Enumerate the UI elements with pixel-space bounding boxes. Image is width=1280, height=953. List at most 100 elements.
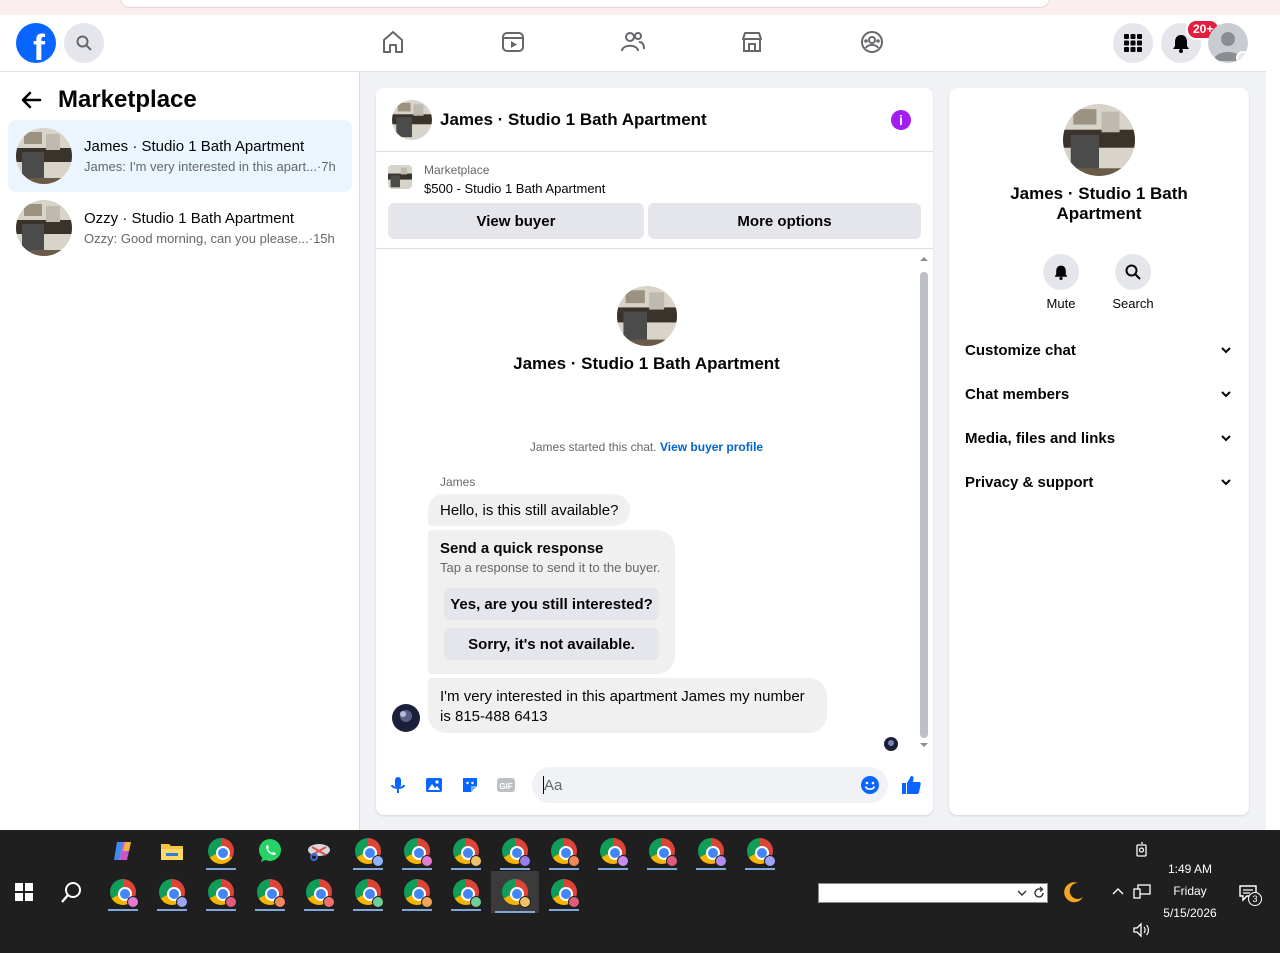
gif-icon[interactable]: GIF [496, 775, 516, 795]
chat-members-row[interactable]: Chat members [965, 382, 1233, 406]
chrome-profile-icon[interactable] [643, 832, 681, 870]
meet-now-icon[interactable] [1134, 842, 1150, 858]
view-buyer-button[interactable]: View buyer [388, 203, 644, 239]
buyer-avatar[interactable] [617, 286, 677, 346]
marketplace-inbox-panel: Marketplace James · Studio 1 Bath Apartm… [0, 72, 360, 830]
scroll-down-arrow-icon[interactable] [918, 740, 930, 750]
customize-chat-row[interactable]: Customize chat [965, 338, 1233, 362]
chrome-profile-icon[interactable] [545, 873, 583, 911]
whatsapp-icon[interactable] [251, 832, 289, 870]
quick-response-card: Send a quick response Tap a response to … [428, 530, 675, 674]
volume-icon[interactable] [1132, 922, 1152, 938]
page-scrollbar[interactable] [1266, 15, 1280, 830]
chrome-profile-icon[interactable] [398, 832, 436, 870]
message-bubble[interactable]: Hello, is this still available? [428, 494, 631, 526]
chat-avatar[interactable] [392, 99, 432, 140]
listing-thumbnail[interactable] [388, 165, 412, 189]
browser-address-bar[interactable] [120, 0, 1050, 8]
chrome-profile-icon[interactable] [349, 873, 387, 911]
friends-icon[interactable] [618, 27, 648, 57]
windows-taskbar: 1:49 AM Friday 5/15/2026 3 [0, 830, 1280, 953]
chrome-profile-icon[interactable] [202, 873, 240, 911]
chrome-profile-icon[interactable] [300, 873, 338, 911]
chrome-profile-icon[interactable] [545, 832, 583, 870]
chat-title[interactable]: James · Studio 1 Bath Apartment [440, 110, 707, 130]
svg-text:GIF: GIF [499, 782, 512, 791]
dropdown-chevron-icon[interactable] [1017, 889, 1027, 897]
facebook-logo[interactable]: f [16, 23, 56, 63]
search-icon [76, 35, 92, 51]
weather-moon-icon[interactable] [1062, 880, 1086, 904]
search-in-chat-button[interactable]: Search [1103, 254, 1163, 311]
thread-scrollbar[interactable] [918, 252, 930, 750]
chrome-profile-icon[interactable] [349, 832, 387, 870]
quick-response-no-button[interactable]: Sorry, it's not available. [444, 628, 659, 660]
chrome-profile-icon[interactable] [447, 832, 485, 870]
clock-date[interactable]: 5/15/2026 [1155, 906, 1225, 920]
chrome-profile-icon[interactable] [594, 832, 632, 870]
chrome-profile-icon[interactable] [104, 873, 142, 911]
copilot-icon[interactable] [104, 832, 142, 870]
quick-response-subtitle: Tap a response to send it to the buyer. [440, 560, 661, 575]
back-arrow-icon[interactable] [20, 89, 42, 111]
more-options-button[interactable]: More options [648, 203, 921, 239]
mute-button[interactable]: Mute [1031, 254, 1091, 311]
chat-started-notice: James started this chat. View buyer prof… [376, 440, 917, 454]
read-receipt-avatar [884, 737, 898, 751]
refresh-icon[interactable] [1032, 886, 1046, 900]
snipping-tool-icon[interactable] [300, 832, 338, 870]
marketplace-icon[interactable] [737, 27, 767, 57]
started-text: James started this chat. [529, 440, 657, 454]
scrollbar-thumb[interactable] [920, 272, 928, 738]
info-icon[interactable]: i [891, 110, 911, 130]
emoji-icon[interactable] [860, 775, 880, 795]
photo-icon[interactable] [424, 775, 444, 795]
search-button[interactable] [64, 23, 104, 63]
view-buyer-profile-link[interactable]: View buyer profile [660, 440, 763, 454]
chrome-profile-icon[interactable] [398, 873, 436, 911]
message-input[interactable]: Aa [532, 767, 888, 803]
account-avatar[interactable] [1208, 23, 1248, 63]
chrome-profile-icon-active[interactable] [491, 871, 539, 913]
clock-time[interactable]: 1:49 AM [1155, 862, 1225, 876]
message-bubble[interactable]: I'm very interested in this apartment Ja… [428, 678, 827, 733]
chrome-profile-icon[interactable] [496, 832, 534, 870]
groups-icon[interactable] [857, 27, 887, 57]
thumbs-up-icon[interactable] [900, 774, 922, 796]
sticker-icon[interactable] [460, 775, 480, 795]
conversation-name: Ozzy · Studio 1 Bath Apartment [84, 210, 295, 227]
chrome-icon[interactable] [202, 832, 240, 870]
conversation-time: ·7h [316, 159, 336, 174]
listing-title[interactable]: $500 - Studio 1 Bath Apartment [424, 181, 605, 196]
file-explorer-icon[interactable] [153, 832, 191, 870]
chrome-profile-icon[interactable] [251, 873, 289, 911]
quick-response-title: Send a quick response [440, 540, 604, 557]
menu-grid-button[interactable] [1113, 23, 1153, 63]
conversation-item[interactable]: Ozzy · Studio 1 Bath Apartment Ozzy: Goo… [8, 192, 352, 264]
taskbar-search-icon[interactable] [53, 873, 91, 911]
video-icon[interactable] [498, 27, 528, 57]
home-icon[interactable] [378, 27, 408, 57]
clock-day[interactable]: Friday [1155, 884, 1225, 898]
details-avatar[interactable] [1063, 104, 1135, 176]
quick-response-yes-button[interactable]: Yes, are you still interested? [444, 588, 659, 620]
chrome-profile-icon[interactable] [692, 832, 730, 870]
chrome-profile-icon[interactable] [741, 832, 779, 870]
network-icon[interactable] [1133, 883, 1151, 899]
taskbar-address-box[interactable] [818, 883, 1048, 903]
chevron-up-icon[interactable] [1111, 886, 1125, 896]
windows-start-icon[interactable] [5, 873, 43, 911]
chrome-profile-icon[interactable] [447, 873, 485, 911]
media-files-links-row[interactable]: Media, files and links [965, 426, 1233, 450]
privacy-support-row[interactable]: Privacy & support [965, 470, 1233, 494]
menu-grid-icon [1124, 34, 1142, 52]
scroll-up-arrow-icon[interactable] [918, 254, 930, 264]
chrome-profile-icon[interactable] [153, 873, 191, 911]
section-label: Chat members [965, 385, 1070, 403]
sender-name: James [440, 475, 476, 489]
conversation-item[interactable]: James · Studio 1 Bath Apartment James: I… [8, 120, 352, 192]
microphone-icon[interactable] [388, 775, 408, 795]
sender-avatar[interactable] [392, 704, 420, 732]
inbox-header: Marketplace [20, 86, 197, 114]
notification-center-button[interactable]: 3 [1238, 884, 1262, 906]
